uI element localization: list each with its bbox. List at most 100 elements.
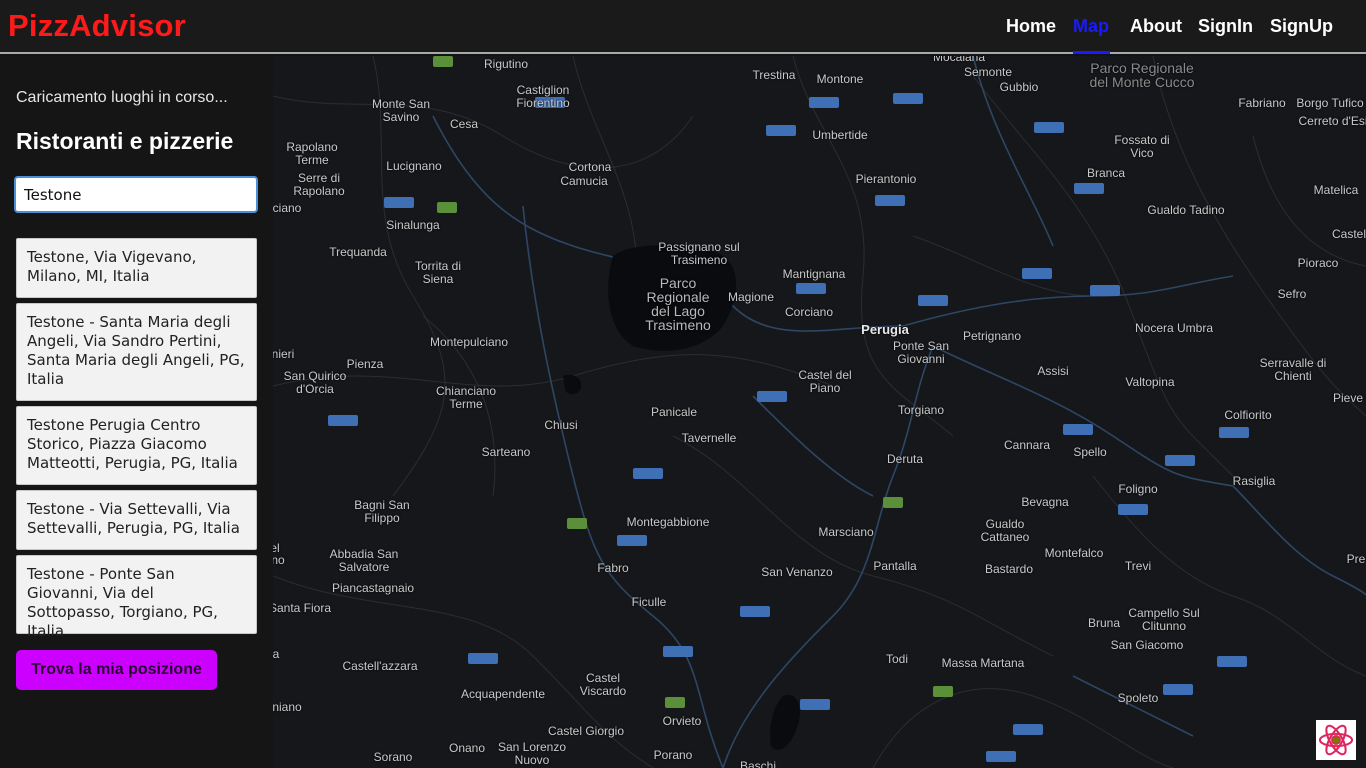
road-shield — [433, 56, 453, 67]
road-shield — [766, 125, 796, 136]
map-label: Castel del Piano — [798, 368, 852, 395]
road-shield — [1022, 268, 1052, 279]
search-result-item[interactable]: Testone - Via Settevalli, Via Settevalli… — [16, 490, 257, 550]
map-label: Cortona — [568, 160, 612, 174]
road-shield — [437, 202, 457, 213]
map-label: Corciano — [784, 305, 834, 319]
map-label: Castiglion Fiorentino — [516, 83, 570, 110]
map-label: Serravalle di Chienti — [1259, 356, 1327, 383]
map-label: Nocera Umbra — [1134, 321, 1214, 335]
map-label: Trequanda — [329, 245, 387, 259]
map-label: Castel Viscardo — [579, 671, 627, 698]
map-label: Todi — [885, 652, 909, 666]
road-shield — [1074, 183, 1104, 194]
search-result-item[interactable]: Testone, Via Vigevano, Milano, MI, Itali… — [16, 238, 257, 298]
map-label: Orvieto — [662, 714, 702, 728]
map-label: Baschi — [739, 759, 777, 768]
map-label: San Quirico d'Orcia — [283, 369, 347, 396]
road-shield — [633, 468, 663, 479]
map-label: Deruta — [886, 452, 924, 466]
map-label: Montepulciano — [429, 335, 509, 349]
road-shield — [1090, 285, 1120, 296]
map-label: Trestina — [752, 68, 796, 82]
map-label: Pioraco — [1297, 256, 1339, 270]
map-label: Foligno — [1118, 482, 1158, 496]
find-my-location-button[interactable]: Trova la mia posizione — [16, 650, 217, 690]
map-label: Acquapendente — [460, 687, 546, 701]
map-label: Ficulle — [631, 595, 667, 609]
map-label: ciano — [273, 201, 302, 215]
road-shield — [665, 697, 685, 708]
road-shield — [796, 283, 826, 294]
nav-home[interactable]: Home — [1006, 16, 1056, 37]
search-input[interactable] — [14, 176, 258, 213]
map-label: Gualdo Cattaneo — [980, 517, 1030, 544]
map-label: Pienza — [346, 357, 384, 371]
map-label: Sefro — [1277, 287, 1307, 301]
map-label: Cannara — [1003, 438, 1051, 452]
map-label: Borgo Tufico — [1296, 96, 1364, 110]
road-shield — [809, 97, 839, 108]
map-label: nieri — [273, 347, 295, 361]
map-label: Monte San Savino — [371, 97, 431, 124]
nav-signin[interactable]: SignIn — [1198, 16, 1253, 37]
map-label: Montegabbione — [626, 515, 710, 529]
nav-map[interactable]: Map — [1073, 16, 1109, 37]
map-label: Castel Giorgio — [547, 724, 625, 738]
react-logo-icon — [1316, 720, 1356, 760]
map-label: Assisi — [1037, 364, 1069, 378]
map-label: Umbertide — [812, 128, 868, 142]
road-shield — [1219, 427, 1249, 438]
map-label: Pierantonio — [855, 172, 917, 186]
map-label: Campello Sul Clitunno — [1128, 606, 1200, 633]
map-label: Rigutino — [483, 57, 529, 71]
nav-signup[interactable]: SignUp — [1270, 16, 1333, 37]
road-shield — [1034, 122, 1064, 133]
map-label: Magione — [727, 290, 775, 304]
road-shield — [1063, 424, 1093, 435]
map-park-label: Parco Regionale del Lago Trasimeno — [645, 275, 711, 333]
map-label: Petrignano — [962, 329, 1022, 343]
map-label: Cesa — [449, 117, 479, 131]
road-shield — [328, 415, 358, 426]
map-label: Gualdo Tadino — [1147, 203, 1225, 217]
map-label: Montone — [816, 72, 864, 86]
map-label: Serre di Rapolano — [293, 171, 345, 198]
road-shield — [468, 653, 498, 664]
map-label: Santa Fiora — [273, 601, 332, 615]
map-label: Castell'azzara — [342, 659, 418, 673]
search-result-item[interactable]: Testone Perugia Centro Storico, Piazza G… — [16, 406, 257, 485]
map-label: Torgiano — [897, 403, 945, 417]
map-label: Chiusi — [544, 418, 578, 432]
map-label: Pantalla — [873, 559, 917, 573]
map-park-label: Parco Regionale del Monte Cucco — [1089, 60, 1195, 90]
map-label: Passignano sul Trasimeno — [658, 240, 740, 267]
map-label: San Giacomo — [1110, 638, 1184, 652]
map-label: Marsciano — [818, 525, 874, 539]
search-result-item[interactable]: Testone - Santa Maria degli Angeli, Via … — [16, 303, 257, 401]
road-shield — [1217, 656, 1247, 667]
map-label: Spello — [1073, 445, 1107, 459]
map-label: a — [273, 647, 280, 661]
road-shield — [757, 391, 787, 402]
map-label: Abbadia San Salvatore — [329, 547, 399, 574]
map-view[interactable]: Rigutino Trestina Montone Mocaiana Semon… — [273, 56, 1366, 768]
map-label: Valtopina — [1125, 375, 1175, 389]
map-label: Fabro — [597, 561, 629, 575]
map-label: Gubbio — [999, 80, 1039, 94]
search-result-item[interactable]: Testone - Ponte San Giovanni, Via del So… — [16, 555, 257, 640]
brand-logo[interactable]: PizzAdvisor — [8, 8, 186, 44]
road-shield — [1013, 724, 1043, 735]
map-label: Panicale — [650, 405, 698, 419]
road-shield — [740, 606, 770, 617]
map-label: Tavernelle — [681, 431, 737, 445]
map-label: Onano — [448, 741, 486, 755]
map-label: Semonte — [963, 65, 1013, 79]
map-label: Bagni San Filippo — [354, 498, 410, 525]
map-label: Camucia — [560, 174, 608, 188]
road-shield — [875, 195, 905, 206]
nav-about[interactable]: About — [1130, 16, 1182, 37]
road-shield — [893, 93, 923, 104]
map-label: Rasiglia — [1232, 474, 1276, 488]
loading-status: Caricamento luoghi in corso... — [16, 89, 228, 106]
